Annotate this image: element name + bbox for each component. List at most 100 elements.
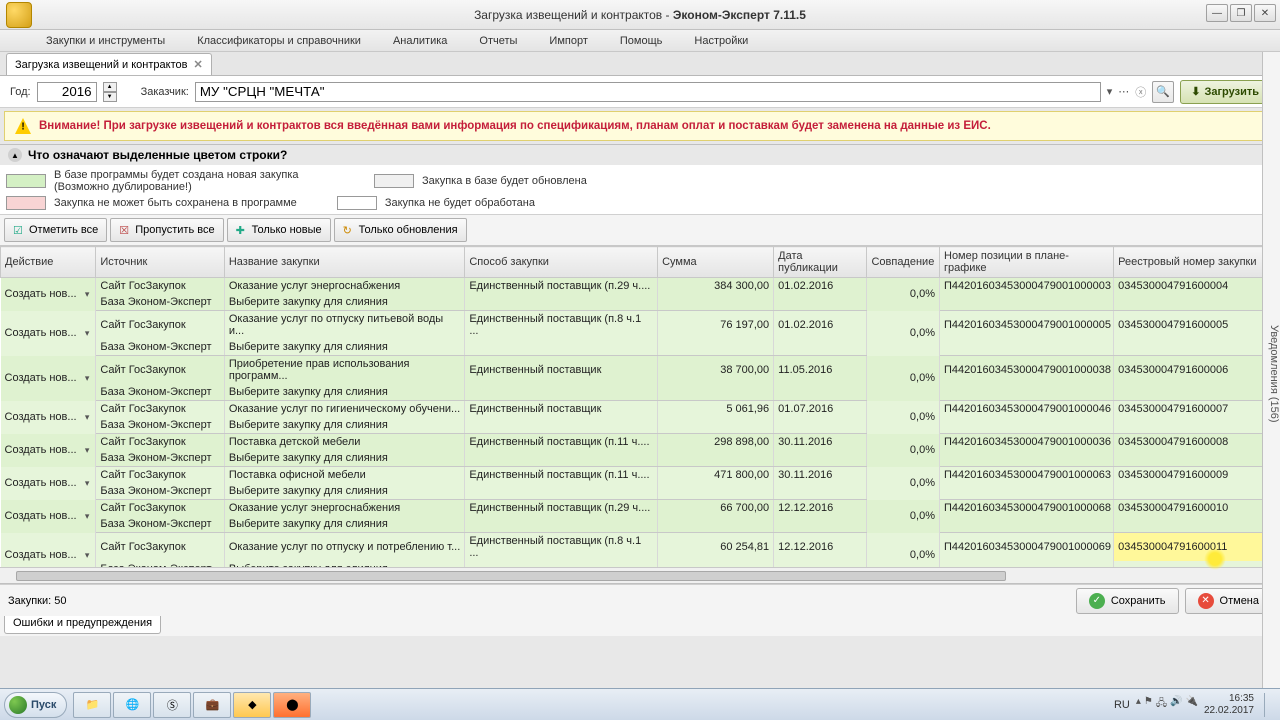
tray-power-icon[interactable]: 🔌 [1185,696,1197,713]
save-button[interactable]: ✓Сохранить [1076,588,1179,614]
action-dropdown-icon[interactable]: ▾ [85,478,90,489]
start-button[interactable]: Пуск [4,692,67,718]
lang-indicator[interactable]: RU [1114,699,1130,711]
task-explorer[interactable]: 📁 [73,692,111,718]
col-action[interactable]: Действие [1,247,96,278]
col-name[interactable]: Название закупки [224,247,464,278]
update-icon: ↻ [343,224,355,236]
start-orb-icon [9,696,27,714]
legend-body: В базе программы будет создана новая зак… [0,165,1280,215]
maximize-button[interactable]: ❐ [1230,4,1252,22]
only-updates-button[interactable]: ↻Только обновления [334,218,467,242]
tray-volume-icon[interactable]: 🔊 [1170,696,1182,713]
table-row[interactable]: Создать нов...▾Сайт ГосЗакупокОказание у… [1,401,1280,418]
table-row-sub[interactable]: База Эконом-ЭкспертВыберите закупку для … [1,339,1280,356]
tab-close-icon[interactable]: ✕ [193,58,202,71]
tray-expand-icon[interactable]: ▴ [1136,696,1141,713]
col-match[interactable]: Совпадение [867,247,940,278]
mark-all-button[interactable]: ☑Отметить все [4,218,107,242]
window-title: Загрузка извещений и контрактов - Эконом… [474,8,806,22]
table-row-sub[interactable]: База Эконом-ЭкспертВыберите закупку для … [1,417,1280,434]
table-row[interactable]: Создать нов...▾Сайт ГосЗакупокОказание у… [1,500,1280,517]
action-dropdown-icon[interactable]: ▾ [85,412,90,423]
close-button[interactable]: ✕ [1254,4,1276,22]
menu-settings[interactable]: Настройки [688,33,754,49]
col-source[interactable]: Источник [96,247,225,278]
grid-footer: Закупки: 50 ✓Сохранить ✕Отмена [0,584,1280,616]
action-dropdown-icon[interactable]: ▾ [85,445,90,456]
customer-input[interactable] [195,82,1101,102]
col-method[interactable]: Способ закупки [465,247,658,278]
customer-clear-icon[interactable]: ⓧ [1135,84,1146,100]
year-label: Год: [10,86,31,98]
table-row[interactable]: Создать нов...▾Сайт ГосЗакупокПоставка д… [1,434,1280,451]
swatch-green [6,174,46,188]
customer-label: Заказчик: [141,86,189,98]
action-dropdown-icon[interactable]: ▾ [85,373,90,384]
search-button[interactable]: 🔍 [1152,81,1174,103]
swatch-gray [374,174,414,188]
tab-label: Загрузка извещений и контрактов [15,59,187,71]
col-plan[interactable]: Номер позиции в плане-графике [940,247,1114,278]
show-desktop[interactable] [1264,693,1276,717]
notifications-panel[interactable]: Уведомления (156) [1262,52,1280,688]
table-row[interactable]: Создать нов...▾Сайт ГосЗакупокПоставка о… [1,467,1280,484]
legend-header: ▲ Что означают выделенные цветом строки? [0,144,1280,165]
task-skype[interactable]: Ⓢ [153,692,191,718]
table-row-sub[interactable]: База Эконом-ЭкспертВыберите закупку для … [1,384,1280,401]
year-input[interactable] [37,82,97,102]
cancel-button[interactable]: ✕Отмена [1185,588,1272,614]
menu-reports[interactable]: Отчеты [473,33,523,49]
minimize-button[interactable]: — [1206,4,1228,22]
row-count: Закупки: 50 [8,595,66,607]
check-icon: ☑ [13,224,25,236]
collapse-icon[interactable]: ▲ [8,148,22,162]
errors-tab[interactable]: Ошибки и предупреждения [4,616,161,634]
table-row[interactable]: Создать нов...▾Сайт ГосЗакупокОказание у… [1,311,1280,340]
customer-dropdown-icon[interactable]: ▾ [1107,85,1113,98]
table-row[interactable]: Создать нов...▾Сайт ГосЗакупокОказание у… [1,533,1280,562]
load-button[interactable]: ⬇ Загрузить [1180,80,1270,104]
table-row-sub[interactable]: База Эконом-ЭкспертВыберите закупку для … [1,294,1280,311]
tab-load-notices[interactable]: Загрузка извещений и контрактов ✕ [6,53,212,75]
filter-bar: Год: ▲▼ Заказчик: ▾ ⋯ ⓧ 🔍 ⬇ Загрузить [0,76,1280,108]
horizontal-scrollbar[interactable] [0,567,1264,583]
skip-icon: ☒ [119,224,131,236]
task-econom[interactable]: ◆ [233,692,271,718]
action-dropdown-icon[interactable]: ▾ [85,328,90,339]
col-date[interactable]: Дата публикации [774,247,867,278]
task-chrome[interactable]: 🌐 [113,692,151,718]
year-spinner[interactable]: ▲▼ [103,82,117,102]
menu-analytics[interactable]: Аналитика [387,33,453,49]
action-dropdown-icon[interactable]: ▾ [85,289,90,300]
skip-all-button[interactable]: ☒Пропустить все [110,218,223,242]
swatch-pink [6,196,46,210]
table-row-sub[interactable]: База Эконом-ЭкспертВыберите закупку для … [1,516,1280,533]
warning-icon [15,118,31,134]
menu-import[interactable]: Импорт [543,33,593,49]
menu-help[interactable]: Помощь [614,33,669,49]
action-dropdown-icon[interactable]: ▾ [85,511,90,522]
action-dropdown-icon[interactable]: ▾ [85,550,90,561]
swatch-white [337,196,377,210]
action-toolbar: ☑Отметить все ☒Пропустить все ✚Только но… [0,215,1280,246]
task-recorder[interactable]: ⬤ [273,692,311,718]
new-icon: ✚ [236,224,248,236]
customer-more-icon[interactable]: ⋯ [1118,85,1129,98]
table-row[interactable]: Создать нов...▾Сайт ГосЗакупокПриобретен… [1,356,1280,385]
col-sum[interactable]: Сумма [658,247,774,278]
warning-text: Внимание! При загрузке извещений и контр… [39,120,991,132]
tray-flag-icon[interactable]: ⚑ [1144,696,1153,713]
table-row[interactable]: Создать нов...▾Сайт ГосЗакупокОказание у… [1,278,1280,295]
data-grid: Действие Источник Название закупки Спосо… [0,246,1280,584]
menu-purchases[interactable]: Закупки и инструменты [40,33,171,49]
ok-icon: ✓ [1089,593,1105,609]
col-reg[interactable]: Реестровый номер закупки [1114,247,1280,278]
only-new-button[interactable]: ✚Только новые [227,218,331,242]
tray-network-icon[interactable]: 🖧 [1156,696,1167,713]
table-row-sub[interactable]: База Эконом-ЭкспертВыберите закупку для … [1,450,1280,467]
menu-classifiers[interactable]: Классификаторы и справочники [191,33,367,49]
task-app1[interactable]: 💼 [193,692,231,718]
clock[interactable]: 16:35 22.02.2017 [1204,693,1254,717]
table-row-sub[interactable]: База Эконом-ЭкспертВыберите закупку для … [1,483,1280,500]
